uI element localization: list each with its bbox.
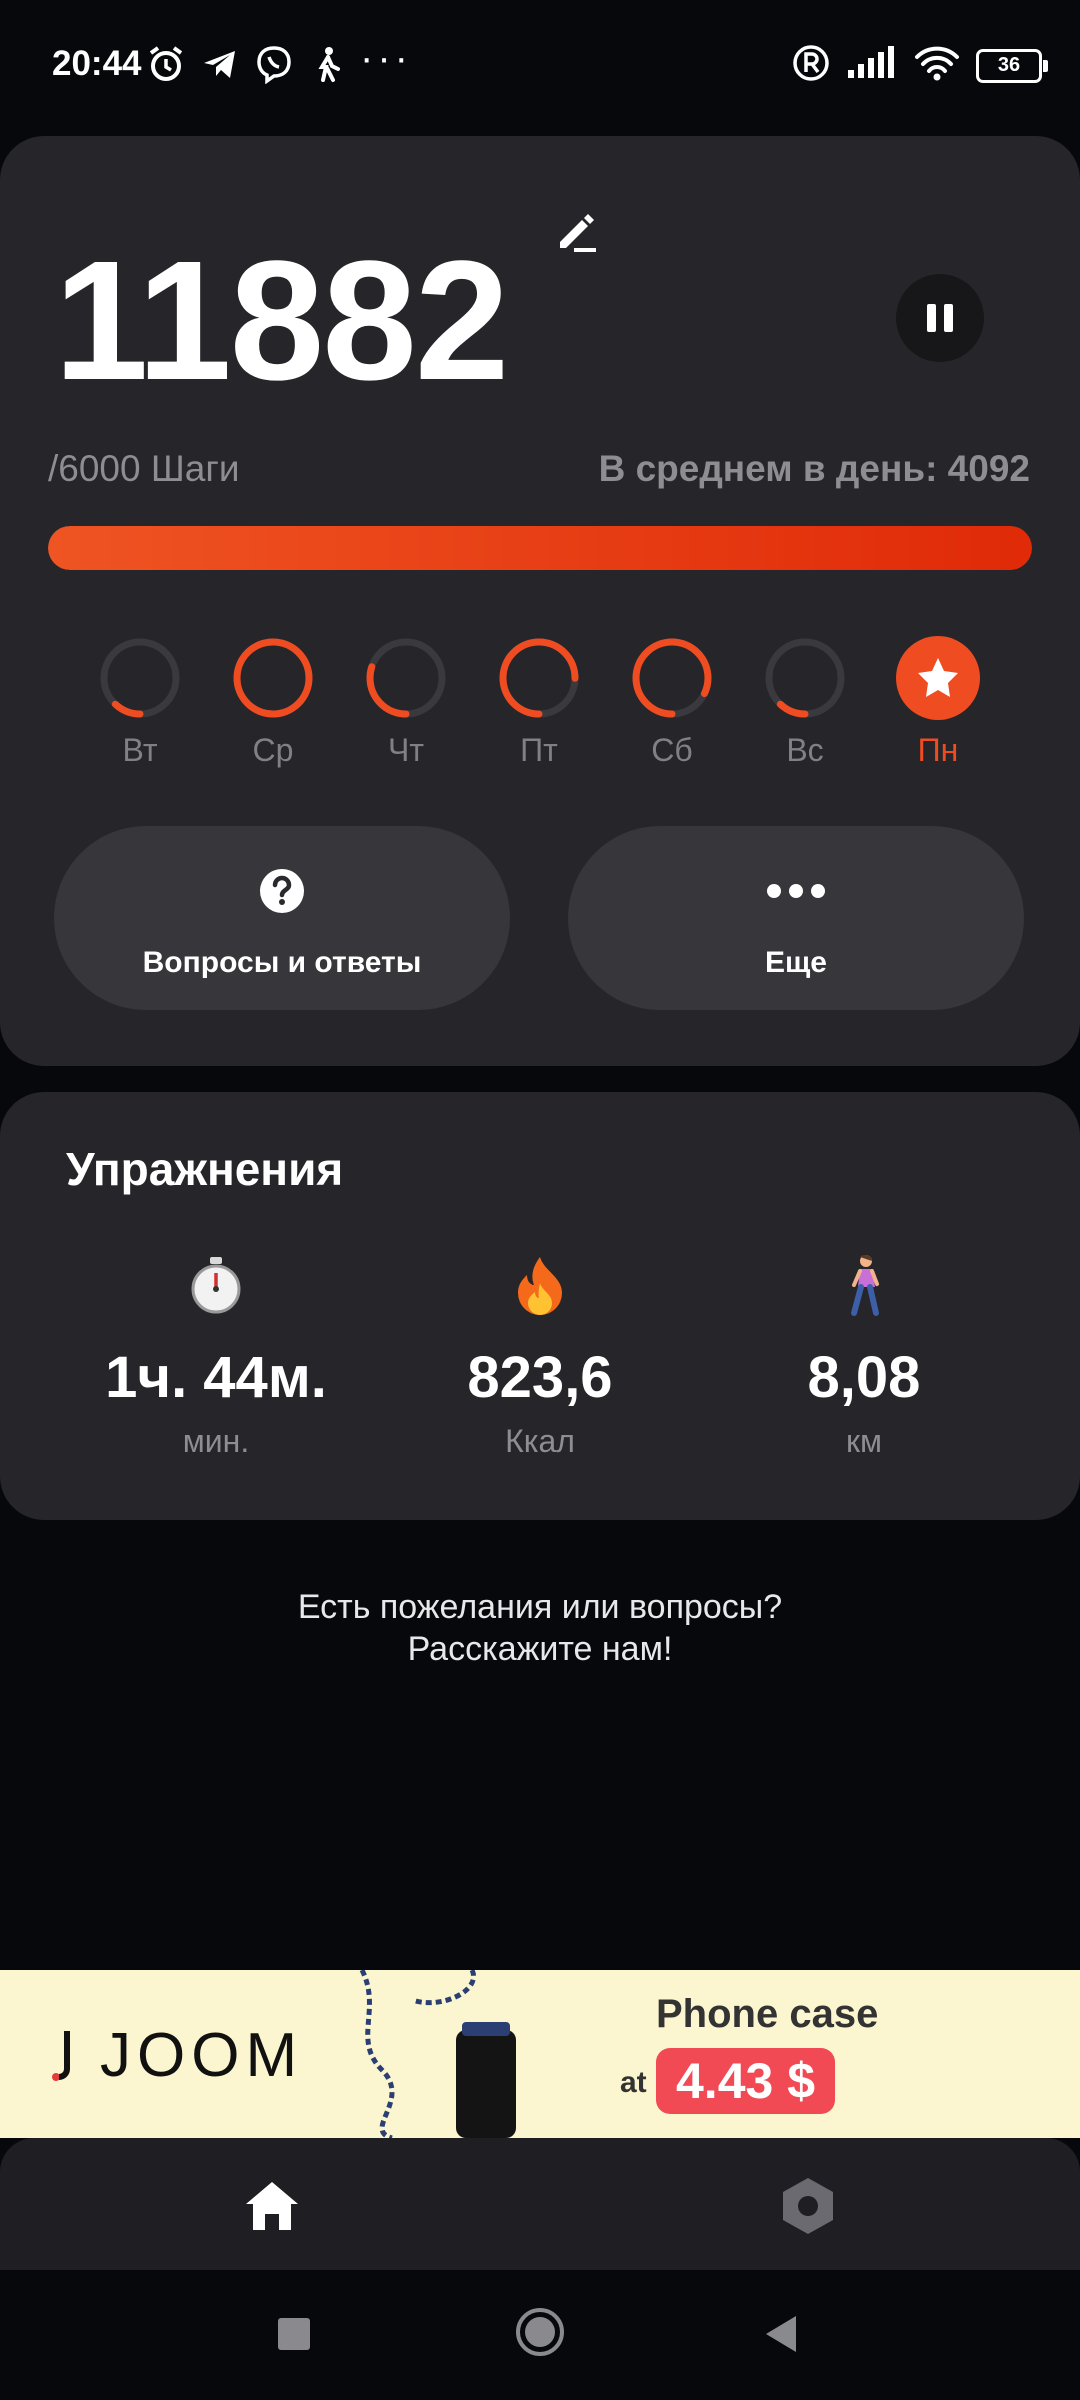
ad-brand: JOOM	[100, 2021, 304, 2090]
day-ring-icon	[632, 638, 712, 718]
joom-mark-icon	[52, 2027, 72, 2085]
status-time: 20:44	[52, 44, 142, 83]
recents-button[interactable]	[278, 2318, 310, 2350]
registered-icon	[792, 44, 830, 87]
daily-progress-bar	[48, 526, 1032, 570]
ad-at: at	[620, 2066, 647, 2099]
duration-unit: мин.	[182, 1423, 250, 1459]
calories-value: 823,6	[467, 1345, 613, 1410]
steps-count: 11882	[54, 226, 509, 416]
signal-icon	[846, 46, 898, 85]
distance-value: 8,08	[807, 1345, 921, 1410]
day-ring-icon	[765, 638, 845, 718]
day-5[interactable]: Вс	[755, 636, 855, 769]
feedback-line-1: Есть пожелания или вопросы?	[297, 1588, 783, 1626]
joom-logo: JOOM	[52, 2020, 303, 2091]
day-label: Сб	[651, 732, 693, 768]
day-4[interactable]: Сб	[622, 636, 722, 769]
ad-banner[interactable]: JOOM Phone case at 4.43 $	[0, 1970, 1080, 2138]
day-6[interactable]: Пн	[888, 636, 988, 769]
day-1[interactable]: Ср	[223, 636, 323, 769]
day-3[interactable]: Пт	[489, 636, 589, 769]
day-star-icon	[896, 636, 980, 720]
day-label: Пн	[917, 732, 959, 768]
ad-price: 4.43 $	[656, 2048, 836, 2114]
more-button[interactable]: Еще	[568, 826, 1024, 1010]
more-label: Еще	[764, 946, 827, 979]
status-bar: 20:44 ··· 36	[0, 0, 1080, 130]
duration-value: 1ч. 44м.	[105, 1345, 327, 1410]
settings-tab-icon[interactable]	[776, 2174, 840, 2238]
average-text: В среднем в день: 4092	[598, 448, 1030, 489]
ad-title: Phone case	[656, 1992, 879, 2036]
feedback-link[interactable]: Есть пожелания или вопросы? Расскажите н…	[0, 1586, 1080, 1670]
day-ring-icon	[233, 638, 313, 718]
walking-icon	[308, 44, 348, 84]
telegram-icon	[200, 44, 240, 84]
steps-card: 11882 /6000 Шаги В среднем в день: 4092 …	[0, 136, 1080, 1066]
distance-stat: 8,08 км	[704, 1254, 1024, 1460]
day-2[interactable]: Чт	[356, 636, 456, 769]
day-ring-icon	[366, 638, 446, 718]
wifi-icon	[914, 45, 960, 86]
faq-button[interactable]: Вопросы и ответы	[54, 826, 510, 1010]
status-right-icons: 36	[792, 44, 1048, 87]
day-0[interactable]: Вт	[90, 636, 190, 769]
day-label: Вт	[122, 732, 158, 768]
battery-icon: 36	[976, 48, 1048, 83]
pause-icon	[927, 304, 936, 332]
alarm-icon	[146, 44, 186, 84]
viber-icon	[254, 44, 294, 84]
system-navigation	[0, 2270, 1080, 2400]
day-label: Ср	[252, 732, 294, 768]
distance-unit: км	[846, 1423, 882, 1459]
calories-unit: Ккал	[505, 1423, 575, 1459]
progress-fill	[48, 526, 1032, 570]
day-label: Вс	[786, 732, 824, 768]
goal-text: /6000 Шаги	[48, 448, 240, 489]
more-dots-icon	[568, 868, 1024, 914]
back-button[interactable]	[762, 2314, 798, 2354]
feedback-line-2: Расскажите нам!	[407, 1630, 673, 1668]
status-more: ···	[360, 36, 412, 80]
day-ring-icon	[499, 638, 579, 718]
day-ring-icon	[100, 638, 180, 718]
fire-icon	[380, 1254, 700, 1316]
bottom-navigation	[0, 2138, 1080, 2270]
day-label: Пт	[520, 732, 558, 768]
walker-icon	[704, 1254, 1024, 1316]
phone-case-image	[352, 1970, 552, 2138]
home-button[interactable]	[514, 2306, 566, 2358]
home-tab-icon[interactable]	[240, 2174, 304, 2238]
edit-icon[interactable]	[552, 208, 600, 256]
exercise-title: Упражнения	[66, 1143, 344, 1195]
week-days: Вт Ср Чт Пт Сб Вс Пн	[0, 636, 1080, 769]
status-icons	[146, 44, 348, 84]
faq-label: Вопросы и ответы	[142, 946, 422, 979]
exercise-card: Упражнения 1ч. 44м. мин. 823,6 Ккал 8,08…	[0, 1092, 1080, 1520]
pause-button[interactable]	[896, 274, 984, 362]
day-label: Чт	[388, 732, 424, 768]
duration-stat: 1ч. 44м. мин.	[56, 1254, 376, 1460]
stopwatch-icon	[56, 1254, 376, 1316]
question-icon	[54, 868, 510, 914]
calories-stat: 823,6 Ккал	[380, 1254, 700, 1460]
